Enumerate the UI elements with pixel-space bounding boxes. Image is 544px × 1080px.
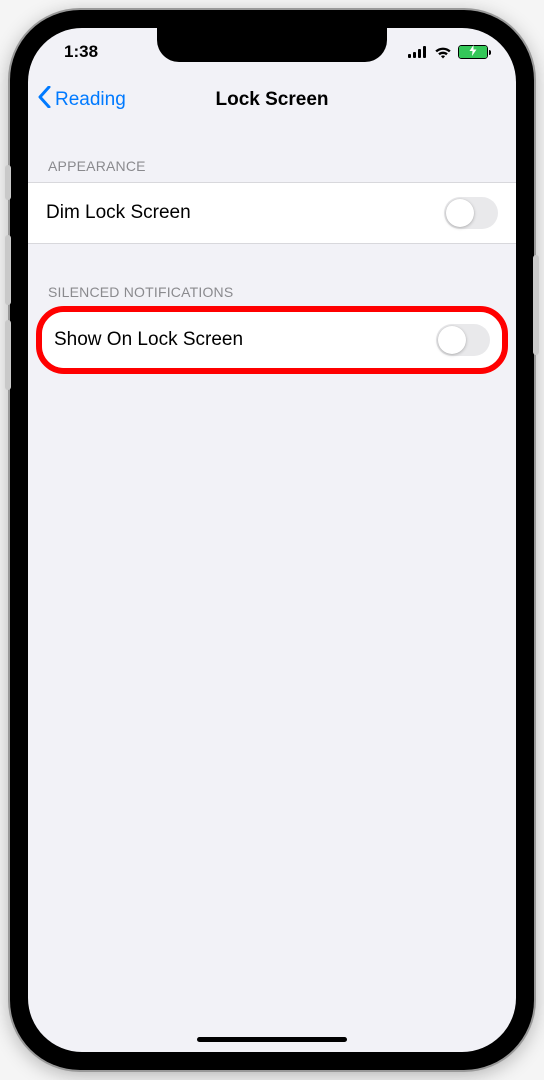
phone-frame: 1:38	[10, 10, 534, 1070]
row-dim-lock-screen[interactable]: Dim Lock Screen	[28, 182, 516, 244]
wifi-icon	[434, 46, 452, 59]
volume-down-button	[5, 320, 11, 390]
toggle-knob	[446, 199, 474, 227]
status-right	[408, 45, 488, 59]
section-header-silenced-notifications: SILENCED NOTIFICATIONS	[28, 270, 516, 308]
section-appearance: APPEARANCE Dim Lock Screen	[28, 144, 516, 244]
chevron-left-icon	[38, 86, 51, 114]
toggle-show-on-lock-screen[interactable]	[436, 324, 490, 356]
battery-icon	[458, 45, 488, 59]
volume-up-button	[5, 235, 11, 305]
row-show-on-lock-screen[interactable]: Show On Lock Screen	[42, 312, 502, 368]
row-label: Show On Lock Screen	[54, 329, 243, 351]
charging-bolt-icon	[469, 45, 477, 59]
toggle-knob	[438, 326, 466, 354]
notch	[157, 28, 387, 62]
back-label: Reading	[55, 89, 126, 111]
section-silenced-notifications: SILENCED NOTIFICATIONS Show On Lock Scre…	[28, 270, 516, 374]
nav-bar: Reading Lock Screen	[28, 76, 516, 124]
page-title: Lock Screen	[216, 89, 329, 111]
status-time: 1:38	[64, 42, 98, 62]
toggle-dim-lock-screen[interactable]	[444, 197, 498, 229]
back-button[interactable]: Reading	[38, 76, 126, 124]
silence-switch	[5, 165, 11, 200]
content: APPEARANCE Dim Lock Screen SILENCED NOTI…	[28, 124, 516, 374]
home-indicator[interactable]	[197, 1037, 347, 1042]
power-button	[533, 255, 539, 355]
section-header-appearance: APPEARANCE	[28, 144, 516, 182]
battery-fill	[459, 46, 487, 58]
screen: 1:38	[28, 28, 516, 1052]
highlight-outline: Show On Lock Screen	[36, 306, 508, 374]
cellular-signal-icon	[408, 46, 428, 58]
row-label: Dim Lock Screen	[46, 202, 191, 224]
